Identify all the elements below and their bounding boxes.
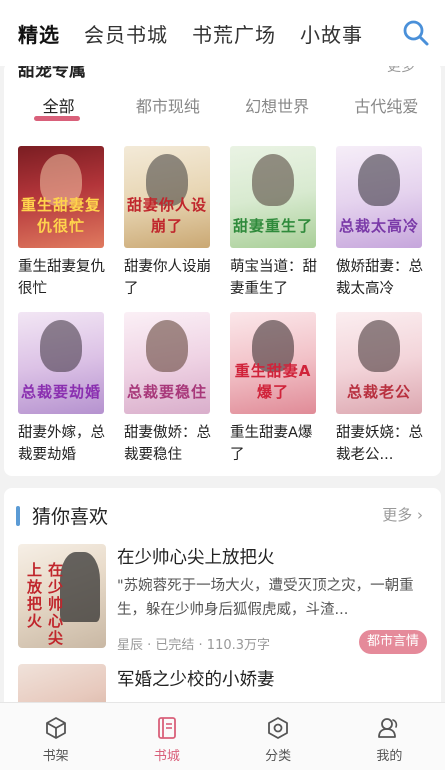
cover-title-art: 甜妻重生了 [232, 217, 313, 235]
book-card[interactable]: 总裁老公 甜妻妖娆：总裁老公... [336, 312, 428, 466]
book-card[interactable]: 重生甜妻A爆了 重生甜妻A爆了 [230, 312, 322, 466]
category-urban[interactable]: 都市现纯 [113, 92, 222, 128]
bottom-nav: 书架 书城 分类 我的 [0, 702, 445, 770]
cover-figure [358, 320, 400, 372]
cover-title-art: 重生甜妻A爆了 [234, 362, 312, 401]
category-tabs: 全部 都市现纯 幻想世界 古代纯爱 [4, 92, 441, 128]
book-description: "苏婉蓉死于一场大火，遭受灭顶之灾，一朝重生，躲在少帅身后狐假虎威，斗渣... [117, 578, 414, 618]
cover-title-art: 总裁太高冷 [338, 217, 419, 235]
nav-profile[interactable]: 我的 [334, 703, 445, 770]
book-cover[interactable]: 甜妻你人设崩了 [124, 146, 210, 248]
book-cover[interactable]: 总裁要劫婚 [18, 312, 104, 414]
cover-figure [60, 552, 100, 622]
book-card[interactable]: 总裁太高冷 傲娇甜妻：总裁太高冷 [336, 146, 428, 300]
book-cover[interactable]: 在少帅心尖上放把火 [18, 544, 106, 648]
book-card[interactable]: 重生甜妻复仇很忙 重生甜妻复仇很忙 [18, 146, 110, 300]
book-card[interactable]: 甜妻重生了 萌宝当道：甜妻重生了 [230, 146, 322, 300]
cube-icon [45, 717, 66, 739]
book-cover[interactable]: 总裁太高冷 [336, 146, 422, 248]
book-card[interactable]: 总裁要稳住 甜妻傲娇：总裁要稳住 [124, 312, 216, 466]
nav-label: 书城 [153, 749, 180, 764]
category-all[interactable]: 全部 [4, 92, 113, 128]
book-cover[interactable]: 总裁老公 [336, 312, 422, 414]
tab-member-bookstore[interactable]: 会员书城 [84, 19, 168, 48]
cover-figure [146, 320, 188, 372]
cover-title-art: 总裁老公 [346, 383, 411, 401]
cover-title-art: 总裁要劫婚 [20, 383, 101, 401]
book-meta: 星辰 · 已完结 · 110.3万字 [117, 638, 271, 653]
user-icon [378, 718, 398, 738]
nav-bookshelf[interactable]: 书架 [0, 703, 111, 770]
book-icon [157, 717, 176, 739]
nav-label: 分类 [265, 749, 292, 764]
nav-label: 书架 [42, 749, 69, 764]
nav-categories[interactable]: 分类 [223, 703, 334, 770]
nav-label: 我的 [376, 749, 403, 764]
cover-title-art: 重生甜妻复仇很忙 [20, 196, 101, 235]
book-title: 甜妻外嫁，总裁要劫婚 [18, 425, 105, 463]
book-title[interactable]: 军婚之少校的小娇妻 [117, 666, 275, 691]
cover-title-art: 在少帅心尖上放把火 [25, 562, 64, 647]
category-active-indicator [34, 116, 80, 121]
cover-figure [40, 320, 82, 372]
book-title: 重生甜妻A爆了 [230, 425, 313, 463]
category-ancient[interactable]: 古代纯爱 [332, 92, 441, 128]
book-cover[interactable]: 总裁要稳住 [124, 312, 210, 414]
tab-short-stories[interactable]: 小故事 [300, 19, 363, 48]
book-cover[interactable]: 重生甜妻A爆了 [230, 312, 316, 414]
category-fantasy[interactable]: 幻想世界 [223, 92, 332, 128]
book-cover[interactable]: 重生甜妻复仇很忙 [18, 146, 104, 248]
cover-title-art: 甜妻你人设崩了 [126, 196, 207, 235]
search-icon[interactable] [401, 18, 431, 48]
book-title: 傲娇甜妻：总裁太高冷 [336, 259, 423, 297]
book-title: 甜妻妖娆：总裁老公... [336, 425, 423, 463]
book-card[interactable]: 甜妻你人设崩了 甜妻你人设崩了 [124, 146, 216, 300]
book-title: 甜妻傲娇：总裁要稳住 [124, 425, 211, 463]
top-tab-bar: 精选 会员书城 书荒广场 小故事 [0, 0, 445, 66]
featured-section-card: 甜宠专属 更多 全部 都市现纯 幻想世界 古代纯爱 重生甜妻复仇很忙 重生甜妻复… [4, 62, 441, 476]
genre-tag[interactable]: 都市言情 [358, 630, 427, 654]
nav-bookstore[interactable]: 书城 [111, 703, 222, 770]
book-title: 甜妻你人设崩了 [124, 259, 211, 297]
book-cover[interactable]: 甜妻重生了 [230, 146, 316, 248]
cover-figure [358, 154, 400, 206]
tab-featured[interactable]: 精选 [18, 19, 60, 48]
cover-figure [252, 154, 294, 206]
tab-book-square[interactable]: 书荒广场 [192, 19, 276, 48]
hexagon-icon [268, 717, 289, 739]
section-accent-bar [16, 506, 20, 526]
cover-title-art: 总裁要稳住 [126, 383, 207, 401]
guess-you-like-card: 猜你喜欢 更多 › 在少帅心尖上放把火 在少帅心尖上放把火 "苏婉蓉死于一场大火… [4, 488, 441, 718]
book-title: 萌宝当道：甜妻重生了 [230, 259, 317, 297]
book-title[interactable]: 在少帅心尖上放把火 [117, 544, 275, 569]
more-link[interactable]: 更多 › [382, 504, 423, 525]
book-title: 重生甜妻复仇很忙 [18, 259, 105, 297]
section-title: 猜你喜欢 [32, 506, 109, 528]
book-card[interactable]: 总裁要劫婚 甜妻外嫁，总裁要劫婚 [18, 312, 110, 466]
